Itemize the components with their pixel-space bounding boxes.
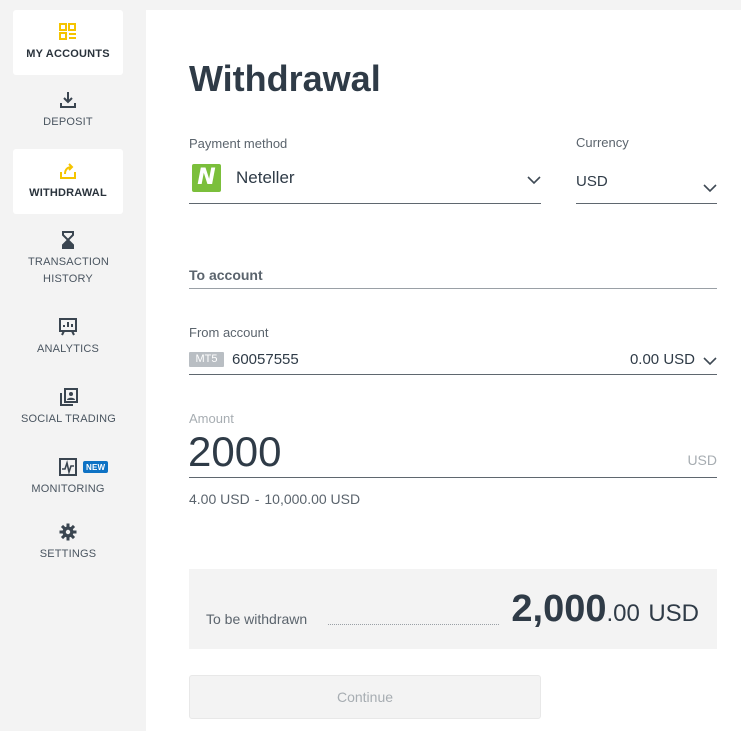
- currency-select[interactable]: USD: [576, 160, 717, 204]
- to-account-field[interactable]: To account: [146, 260, 741, 290]
- sidebar-item-label: MY ACCOUNTS: [26, 48, 110, 60]
- sidebar-item-label: TRANSACTION HISTORY: [28, 256, 110, 285]
- sidebar-item-label: SETTINGS: [39, 548, 97, 560]
- dotted-leader: [328, 624, 499, 625]
- to-account-underline: [189, 288, 717, 289]
- currency-value: USD: [576, 173, 608, 190]
- amount-input[interactable]: 2000 USD: [146, 420, 741, 480]
- payment-method-label: Payment method: [189, 136, 288, 151]
- chevron-down-icon: [527, 176, 541, 185]
- accounts-icon: [59, 23, 76, 40]
- withdraw-total-main: 2,000: [511, 588, 607, 630]
- sidebar-item-label: ANALYTICS: [36, 343, 100, 355]
- sidebar-item-label: DEPOSIT: [43, 116, 93, 128]
- to-be-withdrawn-label: To be withdrawn: [206, 611, 308, 627]
- neteller-logo: N: [192, 164, 221, 192]
- account-balance: 0.00 USD: [629, 351, 695, 368]
- sidebar-item-label: WITHDRAWAL: [29, 187, 107, 199]
- new-badge: NEW: [83, 461, 109, 473]
- sidebar-item-my-accounts[interactable]: MY ACCOUNTS: [13, 10, 123, 75]
- copy-user-icon: [59, 388, 78, 406]
- sidebar-item-monitoring[interactable]: NEW MONITORING: [13, 457, 123, 501]
- withdraw-total: 2,000.00 USD: [511, 588, 699, 631]
- summary-box: To be withdrawn 2,000.00 USD: [189, 569, 717, 649]
- sidebar-item-label: MONITORING: [31, 483, 105, 495]
- sidebar-item-withdrawal[interactable]: WITHDRAWAL: [13, 149, 123, 214]
- range-separator: -: [254, 491, 260, 507]
- chevron-down-icon: [703, 184, 717, 193]
- presentation-chart-icon: [59, 318, 77, 336]
- currency-underline: [576, 203, 717, 204]
- sidebar-item-analytics[interactable]: ANALYTICS: [13, 317, 123, 365]
- from-account-select[interactable]: MT5 60057555 0.00 USD: [146, 346, 741, 376]
- continue-button[interactable]: Continue: [189, 675, 541, 719]
- gear-icon: [59, 523, 77, 541]
- sidebar-item-label: SOCIAL TRADING: [20, 413, 117, 425]
- sidebar-item-deposit[interactable]: DEPOSIT: [13, 90, 123, 140]
- payment-method-value: Neteller: [236, 168, 295, 187]
- chevron-down-icon: [703, 357, 717, 366]
- from-account-underline: [189, 374, 717, 375]
- amount-min: 4.00 USD: [189, 491, 250, 507]
- amount-currency: USD: [687, 452, 717, 468]
- to-account-label: To account: [189, 267, 263, 283]
- monitor-pulse-icon: [59, 458, 77, 476]
- page-title: Withdrawal: [189, 58, 381, 99]
- platform-badge: MT5: [189, 352, 224, 367]
- from-account-label: From account: [189, 325, 269, 340]
- withdrawal-panel: Withdrawal Payment method N Neteller Cur…: [146, 10, 741, 731]
- sidebar-item-transaction-history[interactable]: TRANSACTION HISTORY: [13, 230, 123, 292]
- upload-share-icon: [60, 163, 76, 179]
- sidebar-item-settings[interactable]: SETTINGS: [13, 522, 123, 568]
- amount-range: 4.00 USD -10,000.00 USD: [189, 491, 360, 507]
- withdraw-total-currency: USD: [648, 600, 699, 627]
- download-icon: [60, 92, 76, 108]
- sidebar: MY ACCOUNTS DEPOSIT WITHDRAWAL TRANSACTI…: [0, 0, 136, 731]
- payment-method-select[interactable]: N Neteller: [189, 160, 541, 204]
- amount-underline: [189, 477, 717, 478]
- hourglass-icon: [62, 231, 74, 249]
- payment-method-underline: [189, 203, 541, 204]
- sidebar-item-social-trading[interactable]: SOCIAL TRADING: [11, 387, 126, 435]
- currency-label: Currency: [576, 135, 629, 150]
- withdraw-total-decimals: .00: [606, 600, 640, 627]
- amount-max: 10,000.00 USD: [264, 491, 361, 507]
- account-number: 60057555: [232, 351, 299, 368]
- amount-value: 2000: [188, 428, 282, 475]
